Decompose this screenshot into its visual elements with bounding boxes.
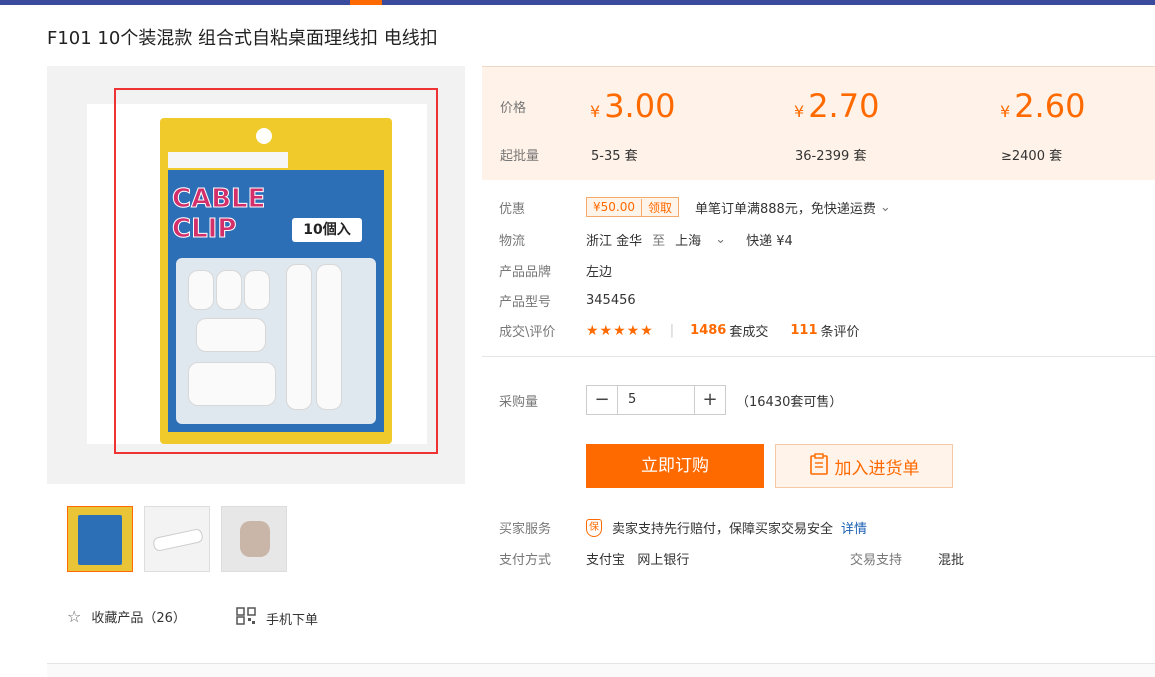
- model-value: 345456: [586, 293, 636, 308]
- payment-label: 支付方式: [499, 553, 552, 568]
- clipboard-icon: [809, 452, 829, 480]
- trade-support-row: 交易支持 混批: [850, 549, 964, 568]
- favorite-label: 收藏产品（26）: [91, 611, 186, 626]
- logistics-label: 物流: [499, 234, 526, 249]
- deals-label: 成交\评价: [499, 325, 556, 340]
- model-row: 产品型号 345456: [499, 291, 636, 310]
- thumbnail-clip: [152, 527, 204, 553]
- discount-row: 优惠 ¥50.00 领取 单笔订单满888元，免快递运费 ⌄: [499, 197, 891, 217]
- deals-row: 成交\评价 ★★★★★ | 1486 套成交 111 条评价: [499, 321, 860, 341]
- quantity-input[interactable]: 5: [617, 386, 695, 414]
- brand-value: 左边: [586, 265, 613, 280]
- trade-support-value: 混批: [938, 553, 965, 568]
- brand-label: 产品品牌: [499, 265, 552, 280]
- price-value: 2.60: [1014, 87, 1086, 125]
- section-divider: [482, 356, 1155, 357]
- price-value: 3.00: [604, 87, 676, 125]
- ship-to-word: 至: [652, 234, 666, 249]
- deals-unit: 套成交: [729, 325, 769, 340]
- ship-destination[interactable]: 上海: [675, 230, 701, 249]
- thumbnail-2[interactable]: [144, 506, 210, 572]
- price-value: 2.70: [808, 87, 880, 125]
- quantity-row: 采购量 − 5 + （16430套可售）: [499, 385, 842, 415]
- deals-count[interactable]: 1486: [690, 323, 726, 338]
- thumbnail-1[interactable]: [67, 506, 133, 572]
- coupon-claim[interactable]: 领取: [641, 198, 678, 216]
- buyer-service-label: 买家服务: [499, 522, 552, 537]
- mobile-order-label: 手机下单: [266, 612, 319, 628]
- tier-qty-1: 5-35 套: [591, 149, 638, 164]
- review-count[interactable]: 111: [790, 323, 817, 338]
- thumbnail-3[interactable]: [221, 506, 287, 572]
- buy-now-button[interactable]: 立即订购: [586, 444, 764, 488]
- separator: |: [669, 323, 675, 338]
- favorite-product[interactable]: ☆ 收藏产品（26）: [67, 607, 186, 626]
- trade-support-label: 交易支持: [850, 553, 903, 568]
- price-label: 价格: [500, 101, 527, 116]
- add-to-cart-button[interactable]: 加入进货单: [775, 444, 953, 488]
- payment-row: 支付方式 支付宝 网上银行: [499, 549, 689, 568]
- shipping-fee: 快递 ¥4: [746, 234, 793, 249]
- price-tier-1: ¥3.00: [590, 87, 675, 125]
- price-panel: 价格 起批量 ¥3.00 ¥2.70 ¥2.60 5-35 套 36-2399 …: [482, 66, 1155, 180]
- product-title: F101 10个装混款 组合式自粘桌面理线扣 电线扣: [47, 28, 438, 49]
- shield-icon: 保: [586, 518, 602, 537]
- logistics-row: 物流 浙江 金华 至 上海 ⌄ 快递 ¥4: [499, 230, 793, 249]
- tier-qty-2: 36-2399 套: [795, 149, 867, 164]
- service-detail-link[interactable]: 详情: [841, 518, 867, 537]
- coupon-value: ¥50.00: [593, 200, 635, 214]
- chevron-down-icon[interactable]: ⌄: [715, 232, 726, 247]
- qr-code-icon: [236, 607, 256, 629]
- buyer-service-row: 买家服务 保 卖家支持先行赔付，保障买家交易安全 详情: [499, 518, 867, 537]
- tier-qty-3: ≥2400 套: [1001, 149, 1063, 164]
- bottom-section-border: [47, 663, 1155, 677]
- price-tier-3: ¥2.60: [1000, 87, 1085, 125]
- increase-button[interactable]: +: [695, 386, 725, 414]
- thumbnail-hand: [240, 521, 270, 557]
- ship-from: 浙江 金华: [586, 234, 643, 249]
- price-tier-2: ¥2.70: [794, 87, 879, 125]
- buyer-service-text: 卖家支持先行赔付，保障买家交易安全: [612, 522, 834, 537]
- top-nav-bar: [0, 0, 1155, 5]
- model-label: 产品型号: [499, 295, 552, 310]
- currency-symbol: ¥: [1000, 102, 1011, 121]
- quantity-label: 采购量: [499, 394, 539, 410]
- payment-methods: 支付宝 网上银行: [586, 553, 690, 568]
- currency-symbol: ¥: [794, 102, 805, 121]
- review-unit: 条评价: [820, 325, 860, 340]
- top-nav-accent: [350, 0, 382, 5]
- mobile-order[interactable]: 手机下单: [236, 607, 318, 629]
- thumbnail-package: [78, 515, 122, 565]
- image-highlight-box: [114, 88, 438, 454]
- brand-row: 产品品牌 左边: [499, 261, 612, 280]
- quantity-stepper: − 5 +: [586, 385, 726, 415]
- decrease-button[interactable]: −: [587, 386, 617, 414]
- rating-stars: ★★★★★: [586, 322, 654, 339]
- batch-label: 起批量: [500, 149, 540, 164]
- coupon[interactable]: ¥50.00 领取: [586, 197, 680, 217]
- stock-available: （16430套可售）: [736, 394, 843, 410]
- discount-label: 优惠: [499, 201, 526, 217]
- discount-text: 单笔订单满888元，免快递运费: [695, 201, 876, 217]
- currency-symbol: ¥: [590, 102, 601, 121]
- chevron-down-icon[interactable]: ⌄: [880, 200, 891, 215]
- star-outline-icon: ☆: [67, 607, 82, 626]
- add-to-cart-label: 加入进货单: [834, 458, 920, 479]
